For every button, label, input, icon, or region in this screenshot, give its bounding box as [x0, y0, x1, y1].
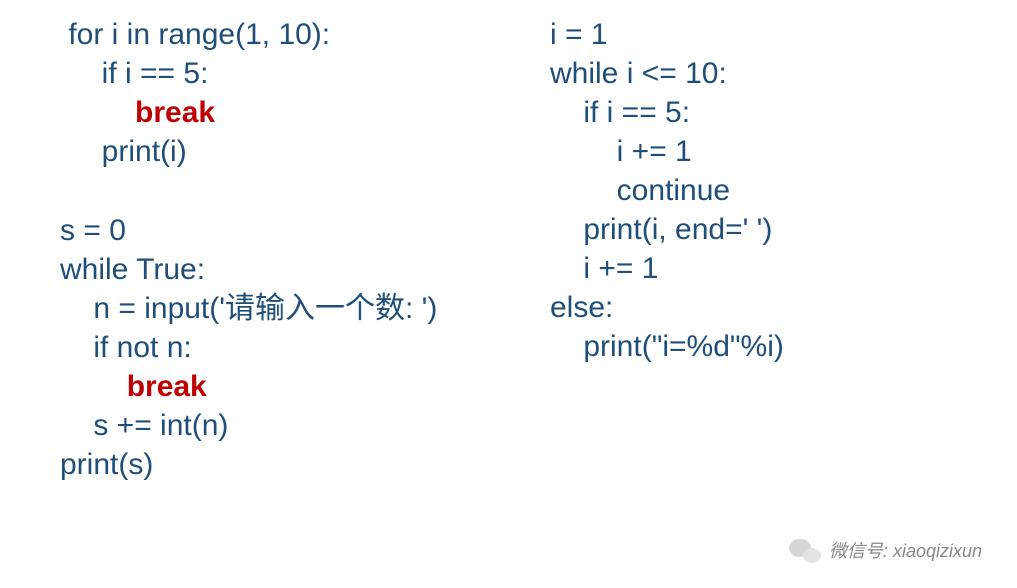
break-keyword: break — [135, 96, 215, 129]
code-line: if i == 5: — [60, 54, 540, 93]
left-column: for i in range(1, 10): if i == 5: break … — [0, 15, 540, 484]
block-gap — [60, 171, 540, 211]
code-line: while True: — [60, 250, 540, 289]
code-line: break — [60, 367, 540, 406]
code-line: while i <= 10: — [550, 54, 784, 93]
wechat-icon — [789, 537, 821, 563]
code-line: s += int(n) — [60, 406, 540, 445]
indent — [60, 370, 127, 403]
code-columns: for i in range(1, 10): if i == 5: break … — [0, 0, 1017, 484]
code-line: print(i) — [60, 132, 540, 171]
code-line: print("i=%d"%i) — [550, 327, 784, 366]
code-line: if not n: — [60, 328, 540, 367]
code-line: continue — [550, 171, 784, 210]
watermark-text: 微信号: xiaoqizixun — [829, 537, 982, 563]
watermark: 微信号: xiaoqizixun — [789, 537, 982, 563]
break-keyword: break — [127, 370, 207, 403]
code-line: n = input('请输入一个数: ') — [60, 289, 540, 328]
code-line: break — [60, 93, 540, 132]
code-line: s = 0 — [60, 211, 540, 250]
code-line: for i in range(1, 10): — [60, 15, 540, 54]
code-line: print(i, end=' ') — [550, 210, 784, 249]
code-line: if i == 5: — [550, 93, 784, 132]
right-column: i = 1 while i <= 10: if i == 5: i += 1 c… — [540, 15, 784, 484]
code-line: i = 1 — [550, 15, 784, 54]
indent — [60, 96, 135, 129]
code-line: else: — [550, 288, 784, 327]
code-line: i += 1 — [550, 249, 784, 288]
code-line: print(s) — [60, 445, 540, 484]
code-line: i += 1 — [550, 132, 784, 171]
